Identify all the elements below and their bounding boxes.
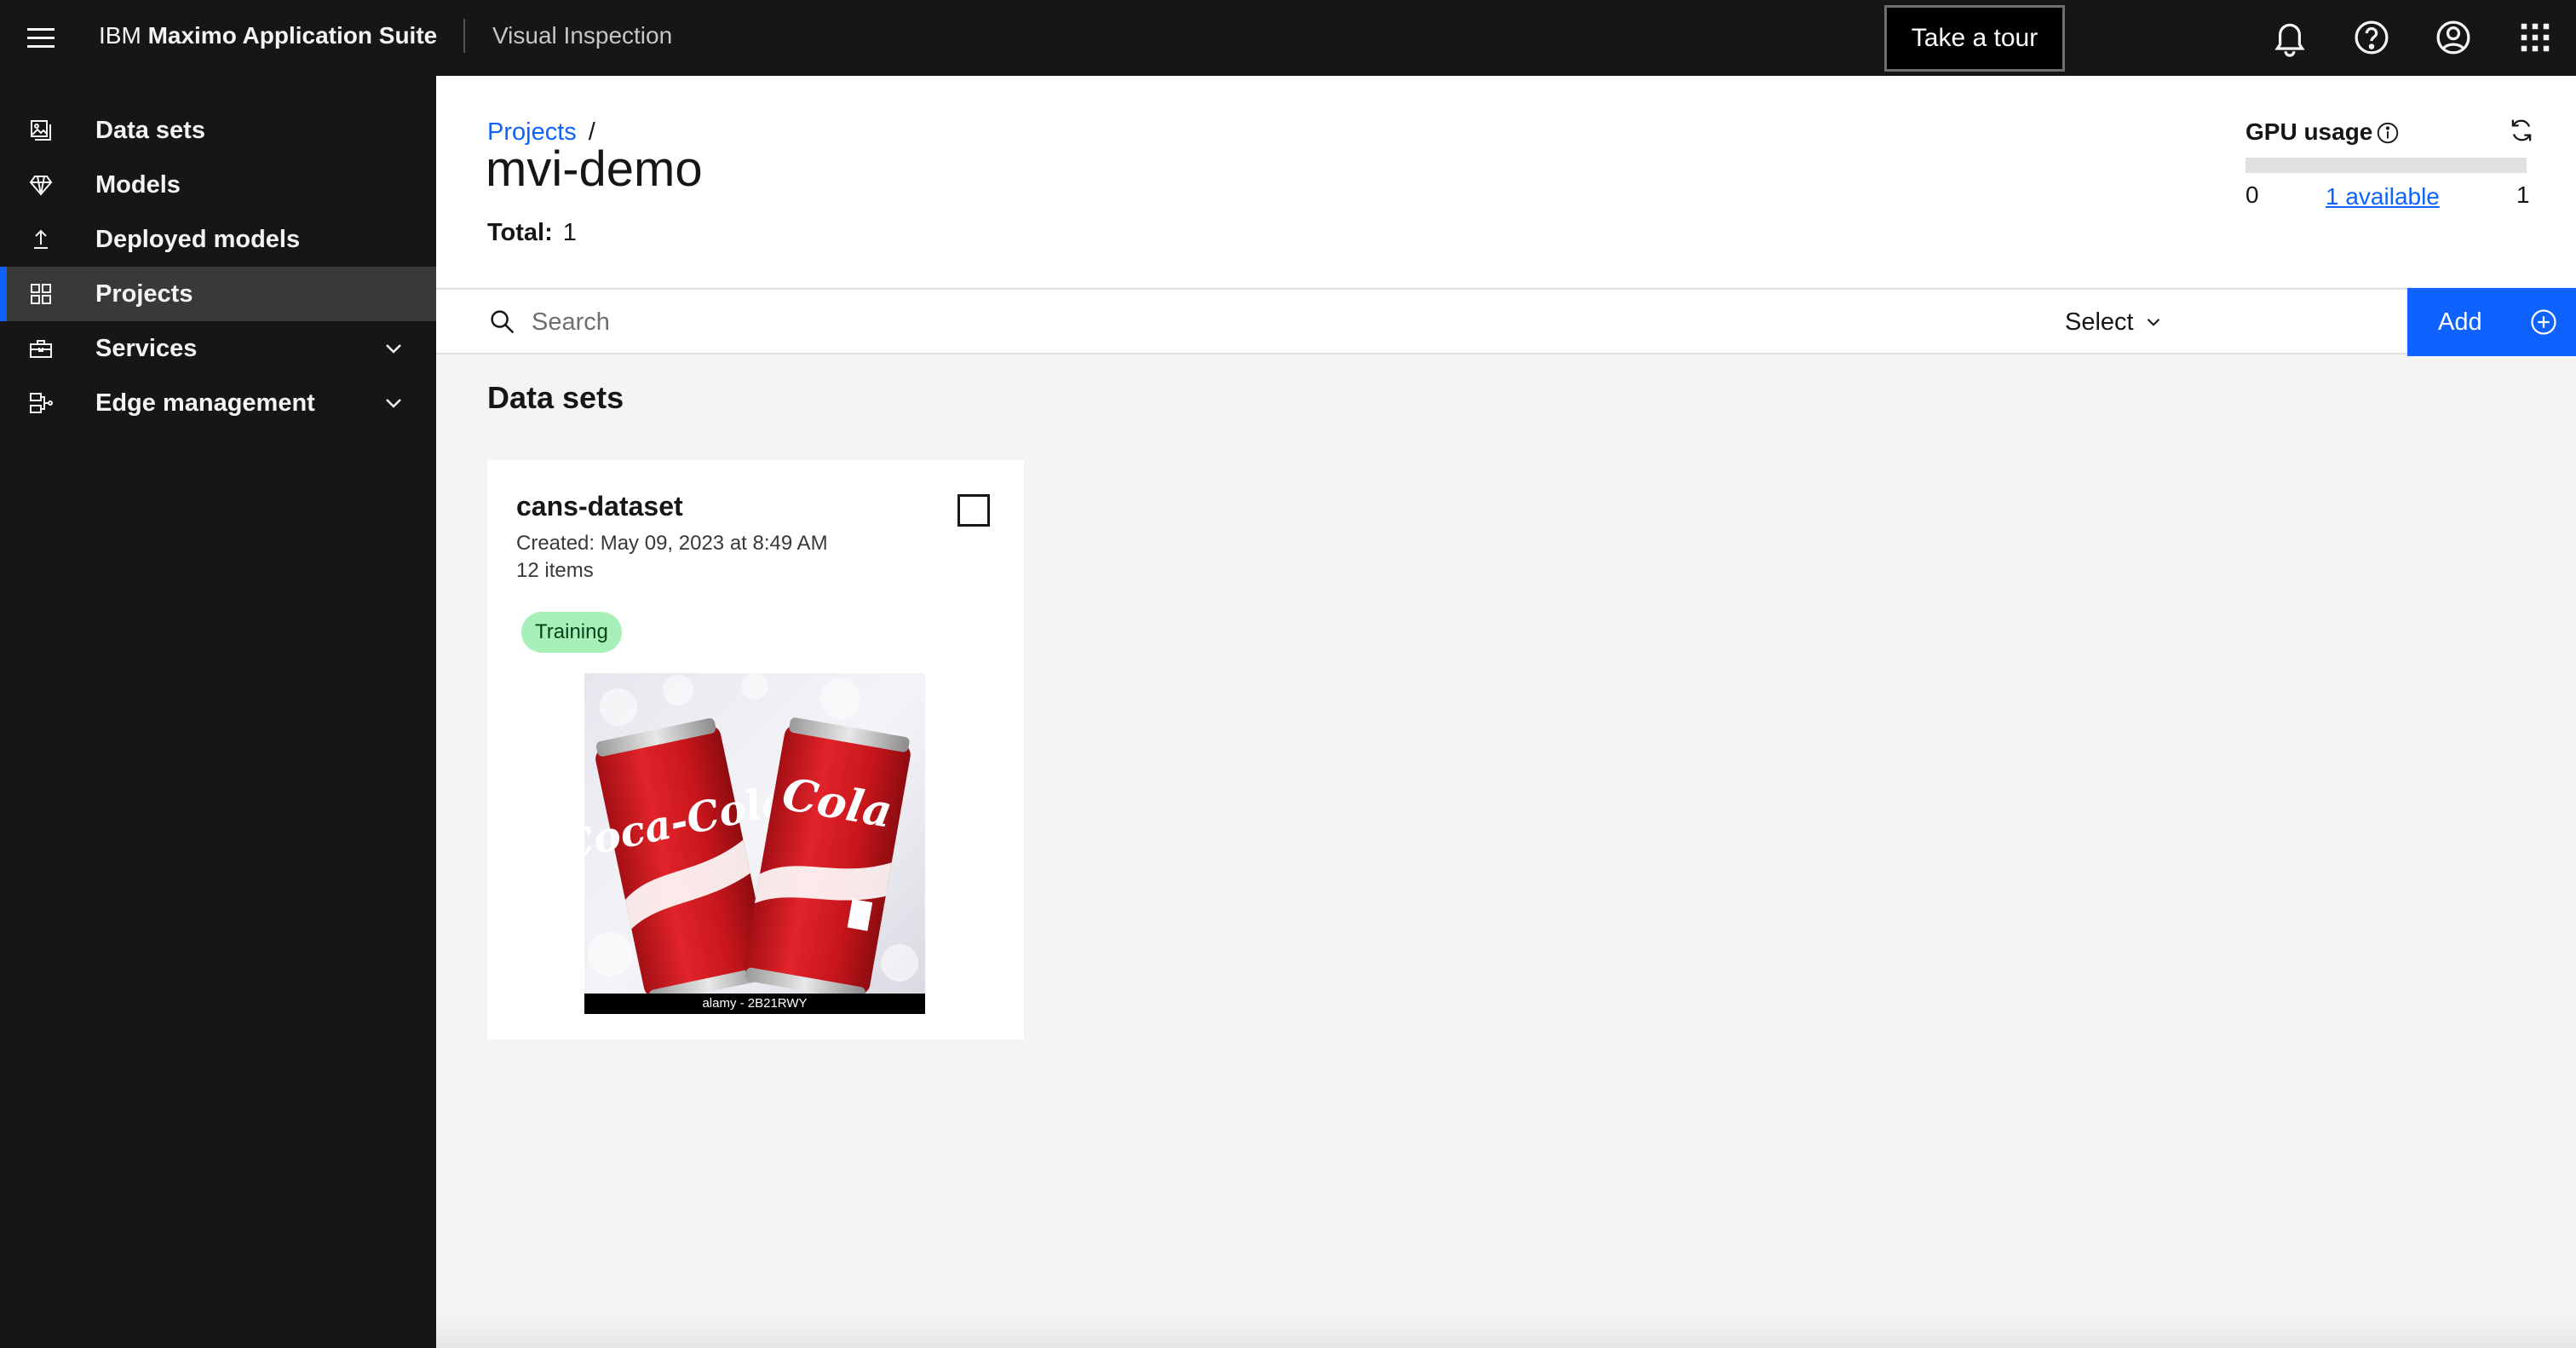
search-icon (487, 307, 518, 337)
refresh-gpu-icon[interactable] (2506, 115, 2537, 146)
notification-icon[interactable] (2268, 15, 2312, 60)
info-icon[interactable] (2375, 120, 2401, 146)
app-switcher-icon[interactable] (2513, 15, 2557, 60)
top-header: IBM Maximo Application Suite Visual Insp… (0, 0, 2576, 76)
data-sets-icon (27, 117, 55, 144)
side-navigation: Data sets Models Deployed models Project… (0, 76, 436, 1348)
product-name: Visual Inspection (492, 22, 673, 49)
select-dropdown[interactable]: Select (2065, 290, 2165, 354)
chevron-down-icon[interactable] (380, 337, 407, 360)
brand-suite-name: Maximo Application Suite (147, 22, 438, 49)
chevron-down-icon (2147, 319, 2159, 326)
dataset-card[interactable]: cans-dataset Created: May 09, 2023 at 8:… (487, 460, 1024, 1040)
dataset-card-title: cans-dataset (516, 491, 683, 521)
gpu-available-link[interactable]: 1 available (2326, 183, 2440, 210)
sidebar-item-label: Edge management (95, 389, 315, 417)
training-tag: Training (521, 612, 622, 653)
deploy-upload-icon (27, 226, 55, 253)
sidebar-item-models[interactable]: Models (0, 158, 436, 212)
sidebar-item-label: Services (95, 335, 198, 362)
dataset-thumbnail-image: Coca-Cola Cola (584, 673, 925, 1014)
dataset-item-count: 12 items (516, 559, 594, 582)
page-header: Projects / mvi-demo Total: 1 GPU usage 0 1… (436, 76, 2576, 287)
dataset-card-checkbox[interactable] (957, 494, 990, 527)
sidebar-item-deployed-models[interactable]: Deployed models (0, 212, 436, 267)
total-label: Total: (487, 219, 553, 246)
thumbnail-caption: alamy - 2B21RWY (584, 994, 925, 1014)
total-value: 1 (562, 219, 577, 246)
total-count: Total: 1 (487, 219, 577, 247)
brand-name[interactable]: IBM Maximo Application Suite (99, 0, 437, 76)
edge-node-icon (27, 389, 55, 417)
help-icon[interactable] (2349, 15, 2394, 60)
brand-prefix: IBM (99, 22, 141, 49)
sidebar-item-services[interactable]: Services (0, 321, 436, 376)
sidebar-item-label: Projects (95, 280, 193, 308)
add-button[interactable]: Add (2407, 288, 2576, 356)
sidebar-item-label: Deployed models (95, 226, 301, 253)
sidebar-item-label: Data sets (95, 117, 205, 144)
sidebar-item-label: Models (95, 171, 181, 199)
sidebar-item-projects[interactable]: Projects (0, 267, 436, 321)
page-title: mvi-demo (486, 141, 703, 197)
hamburger-menu-icon[interactable] (24, 20, 58, 55)
diamond-model-icon (27, 171, 55, 199)
gpu-usage-bar (2245, 158, 2527, 173)
gpu-max-value: 1 (2516, 181, 2530, 208)
take-a-tour-button[interactable]: Take a tour (1884, 5, 2065, 72)
sidebar-item-edge-management[interactable]: Edge management (0, 376, 436, 430)
gpu-usage-title: GPU usage (2245, 118, 2373, 145)
gpu-min-value: 0 (2245, 181, 2259, 208)
bottom-fade (436, 1312, 2576, 1348)
dataset-created-date: Created: May 09, 2023 at 8:49 AM (516, 532, 828, 555)
chevron-down-icon[interactable] (380, 391, 407, 415)
add-circle-icon (2528, 307, 2559, 337)
grid-projects-icon (27, 280, 55, 308)
user-avatar-icon[interactable] (2431, 15, 2475, 60)
toolbar: Select Add (436, 288, 2576, 356)
toolbox-icon (27, 335, 55, 362)
search-input[interactable] (532, 300, 1554, 344)
brand-divider (463, 19, 465, 53)
add-button-label: Add (2438, 308, 2482, 336)
section-title: Data sets (487, 380, 624, 415)
sidebar-item-data-sets[interactable]: Data sets (0, 103, 436, 158)
select-dropdown-label: Select (2065, 308, 2134, 336)
